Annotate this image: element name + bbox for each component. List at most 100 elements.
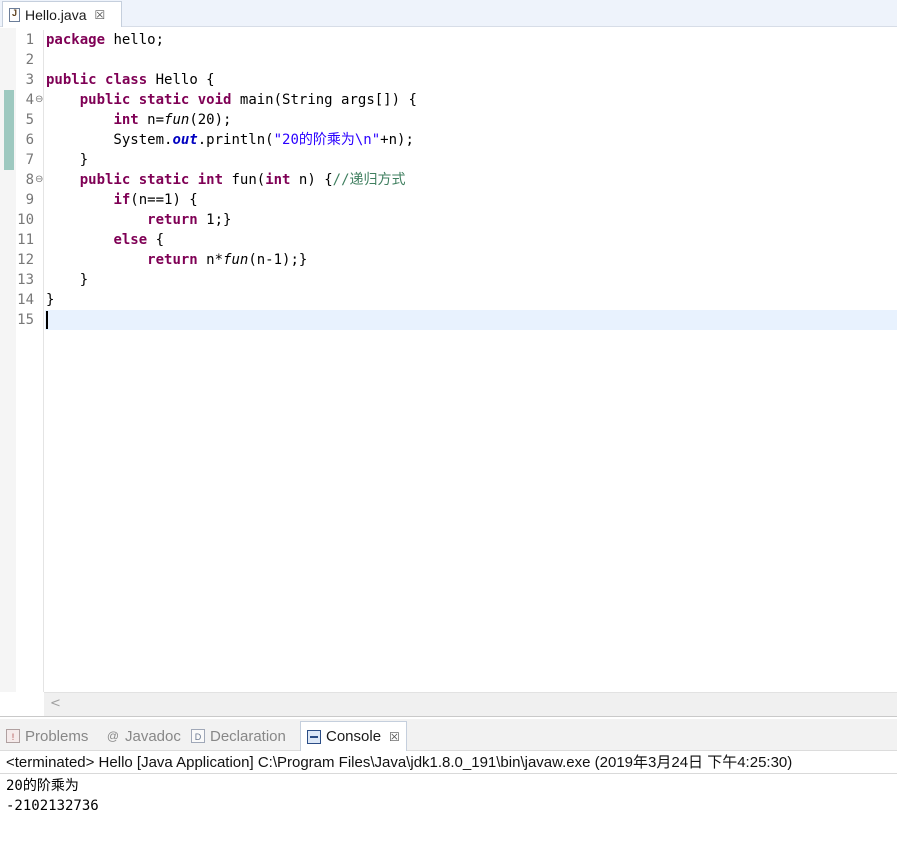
current-line-highlight <box>45 310 897 330</box>
code-token: //递归方式 <box>332 172 406 188</box>
code-line: else { <box>46 230 164 250</box>
tab-declaration-label: Declaration <box>210 727 286 745</box>
line-number: 6 <box>25 132 34 148</box>
code-token: fun <box>223 252 249 268</box>
code-token: .println( <box>197 132 274 148</box>
code-line: if(n==1) { <box>46 190 198 210</box>
tab-console-label: Console <box>326 728 382 745</box>
bottom-panel: ! Problems @ Javadoc D Declaration Conso… <box>0 719 897 847</box>
code-token: package <box>46 32 106 48</box>
line-number: 4 <box>25 92 34 108</box>
tab-declaration[interactable]: D Declaration <box>185 721 292 751</box>
code-token: } <box>46 272 89 288</box>
code-token: } <box>46 292 55 308</box>
code-line: package hello; <box>46 30 164 50</box>
code-token: Hello { <box>147 72 215 88</box>
code-token: public <box>79 92 131 108</box>
line-number: 14 <box>17 292 34 308</box>
line-number: 8 <box>25 172 34 188</box>
tab-console[interactable]: Console ☒ <box>300 721 407 751</box>
fold-toggle-icon[interactable]: ⊖ <box>35 170 43 190</box>
javadoc-icon: @ <box>106 729 120 743</box>
code-line: public class Hello { <box>46 70 215 90</box>
code-token: n= <box>138 112 165 128</box>
code-token: hello; <box>105 32 165 48</box>
code-token: { <box>147 232 165 248</box>
close-icon[interactable]: ☒ <box>94 8 105 22</box>
code-token: public <box>79 172 131 188</box>
console-icon <box>307 729 321 744</box>
declaration-icon: D <box>191 729 205 743</box>
code-line: int n=fun(20); <box>46 110 231 130</box>
code-token: out <box>172 132 198 148</box>
scroll-left-icon[interactable]: < <box>50 696 61 711</box>
code-editor: Hello.java ☒ 1234⊖5678⊖9101112131415 pac… <box>0 0 897 717</box>
code-line: } <box>46 270 88 290</box>
code-token: public <box>46 72 97 88</box>
java-file-icon <box>9 7 20 22</box>
code-token: return <box>147 212 198 228</box>
line-number: 15 <box>17 312 34 328</box>
code-token: fun <box>164 112 190 128</box>
horizontal-scrollbar[interactable]: < <box>44 692 897 716</box>
code-token: static <box>138 92 190 108</box>
code-line: return 1;} <box>46 210 231 230</box>
code-token: int <box>113 112 139 128</box>
code-token: main(String args[]) { <box>231 92 417 108</box>
tab-hello-java[interactable]: Hello.java ☒ <box>2 1 122 27</box>
code-token: 1;} <box>197 212 232 228</box>
line-number: 10 <box>17 212 34 228</box>
code-token: int <box>197 172 224 188</box>
close-icon[interactable]: ☒ <box>389 730 400 744</box>
code-token: n) { <box>290 172 333 188</box>
fold-toggle-icon[interactable]: ⊖ <box>35 90 43 110</box>
code-token: else <box>113 232 148 248</box>
console-line: -2102132736 <box>6 798 99 814</box>
line-number: 2 <box>25 52 34 68</box>
tab-javadoc[interactable]: @ Javadoc <box>100 721 187 751</box>
code-token: int <box>265 172 291 188</box>
code-token: } <box>46 152 89 168</box>
line-number: 9 <box>25 192 34 208</box>
overview-gutter <box>0 28 16 692</box>
line-number-ruler: 1 2 3 4 ⊖ 5 6 7 8 ⊖ 9 10 11 12 13 14 15 <box>16 30 44 692</box>
code-token: System. <box>46 132 173 148</box>
code-token: "20的阶乘为\n" <box>273 132 381 148</box>
code-token: n* <box>197 252 224 268</box>
line-number: 7 <box>25 152 34 168</box>
line-number: 3 <box>25 72 34 88</box>
code-token: if <box>113 192 131 208</box>
line-number: 12 <box>17 252 34 268</box>
panel-tab-bar: ! Problems @ Javadoc D Declaration Conso… <box>0 719 897 751</box>
change-marker <box>4 90 14 110</box>
code-token: void <box>197 92 232 108</box>
console-status-header: <terminated> Hello [Java Application] C:… <box>0 752 897 774</box>
line-number: 11 <box>17 232 34 248</box>
tab-problems[interactable]: ! Problems <box>0 721 94 751</box>
code-token: (20); <box>189 112 232 128</box>
line-number: 1 <box>25 32 34 48</box>
console-line: 20的阶乘为 <box>6 778 79 794</box>
code-token: class <box>105 72 148 88</box>
console-output[interactable]: 20的阶乘为 -2102132736 <box>6 776 99 816</box>
code-line: System.out.println("20的阶乘为\n"+n); <box>46 130 414 150</box>
text-caret <box>46 311 48 329</box>
code-token: fun( <box>223 172 266 188</box>
code-line: return n*fun(n-1);} <box>46 250 307 270</box>
editor-tab-bar: Hello.java ☒ <box>0 0 897 27</box>
code-token: +n); <box>380 132 414 148</box>
tab-javadoc-label: Javadoc <box>125 727 181 745</box>
tab-label: Hello.java <box>25 6 87 23</box>
code-token: (n==1) { <box>130 192 198 208</box>
